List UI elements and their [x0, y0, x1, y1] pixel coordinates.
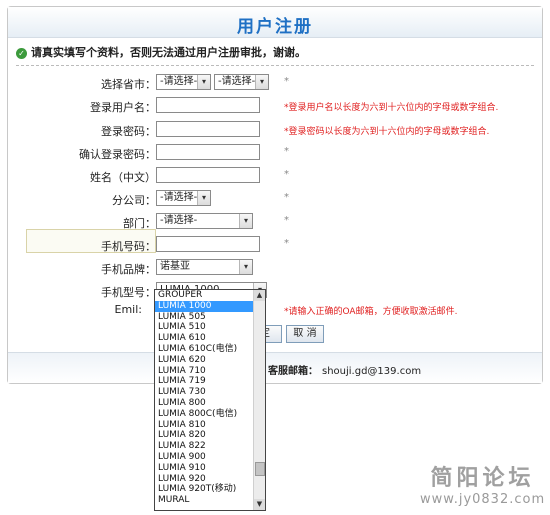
dropdown-option[interactable]: LUMIA 800: [155, 398, 265, 409]
page-title: 用户注册: [237, 17, 313, 37]
username-hint: *登录用户名以长度为六到十六位内的字母或数字组合.: [284, 103, 499, 113]
chevron-down-icon: ▾: [197, 75, 210, 89]
dropdown-option[interactable]: LUMIA 620: [155, 355, 265, 366]
notice-banner: ✓ 请真实填写个资料，否则无法通过用户注册审批，谢谢。: [16, 44, 306, 60]
email-label: Emil:: [114, 303, 142, 316]
row-brand: 手机品牌： 诺基亚 ▾: [8, 258, 544, 278]
phone-input[interactable]: [156, 236, 260, 252]
confirm-password-label: 确认登录密码：: [79, 148, 156, 161]
dropdown-option[interactable]: LUMIA 610: [155, 333, 265, 344]
dropdown-option[interactable]: LUMIA 1000: [155, 300, 265, 312]
name-label: 姓名（中文）: [90, 171, 156, 184]
row-branch: 分公司： -请选择- ▾ *: [8, 189, 544, 209]
department-select-value: -请选择-: [160, 215, 198, 226]
model-label: 手机型号：: [101, 286, 156, 299]
brand-label: 手机品牌：: [101, 263, 156, 276]
row-email: Emil: *请输入正确的OA邮箱，方便收取激活邮件.: [8, 300, 544, 320]
dropdown-option[interactable]: LUMIA 920: [155, 474, 265, 485]
city-select[interactable]: -请选择- ▾: [214, 74, 269, 90]
required-star: *: [284, 215, 289, 226]
chevron-down-icon: ▾: [239, 214, 252, 228]
brand-select-value: 诺基亚: [160, 261, 190, 272]
watermark-url: www.jy0832.com: [420, 492, 546, 507]
password-hint: *登录密码以长度为六到十六位内的字母或数字组合.: [284, 127, 490, 137]
dropdown-option[interactable]: LUMIA 920T(移动): [155, 484, 265, 495]
divider: [16, 65, 534, 66]
panel-footer: 客服邮箱： shouji.gd@139.com: [8, 352, 542, 383]
dropdown-option[interactable]: LUMIA 710: [155, 366, 265, 377]
required-star: *: [284, 192, 289, 203]
password-input[interactable]: [156, 121, 260, 137]
model-dropdown-list[interactable]: GROUPER LUMIA 1000 LUMIA 505 LUMIA 510 LUMIA…: [154, 289, 266, 511]
panel-header: 用户注册: [8, 7, 542, 38]
email-hint: *请输入正确的OA邮箱，方便收取激活邮件.: [284, 307, 458, 317]
support-email-value: shouji.gd@139.com: [322, 366, 422, 377]
required-star: *: [284, 238, 289, 249]
department-select[interactable]: -请选择- ▾: [156, 213, 253, 229]
row-phone: 手机号码： *: [8, 235, 544, 255]
row-province: 选择省市： -请选择- ▾ -请选择- ▾ *: [8, 73, 544, 93]
chevron-down-icon: ▾: [197, 191, 210, 205]
phone-label: 手机号码：: [101, 240, 156, 253]
dropdown-option[interactable]: LUMIA 910: [155, 463, 265, 474]
row-confirm-password: 确认登录密码： *: [8, 143, 544, 163]
province-select[interactable]: -请选择- ▾: [156, 74, 211, 90]
branch-select[interactable]: -请选择- ▾: [156, 190, 211, 206]
scroll-up-icon[interactable]: ▲: [254, 290, 265, 301]
branch-label: 分公司：: [112, 194, 156, 207]
password-label: 登录密码：: [101, 125, 156, 138]
required-star: *: [284, 76, 289, 87]
scrollbar-thumb[interactable]: [255, 462, 265, 476]
province-label: 选择省市：: [101, 78, 156, 91]
name-input[interactable]: [156, 167, 260, 183]
dropdown-option[interactable]: LUMIA 900: [155, 452, 265, 463]
dropdown-option[interactable]: LUMIA 822: [155, 441, 265, 452]
support-email: 客服邮箱： shouji.gd@139.com: [268, 362, 421, 377]
row-name: 姓名（中文） *: [8, 166, 544, 186]
dropdown-options: GROUPER LUMIA 1000 LUMIA 505 LUMIA 510 LUMIA…: [155, 290, 265, 506]
confirm-password-input[interactable]: [156, 144, 260, 160]
chevron-down-icon: ▾: [255, 75, 268, 89]
city-select-value: -请选择-: [218, 76, 256, 87]
watermark: 简阳论坛 www.jy0832.com: [420, 460, 545, 507]
row-username: 登录用户名： *登录用户名以长度为六到十六位内的字母或数字组合.: [8, 96, 544, 116]
dropdown-option[interactable]: LUMIA 800C(电信): [155, 409, 265, 420]
dropdown-scrollbar[interactable]: ▲ ▼: [253, 290, 265, 510]
dropdown-option[interactable]: LUMIA 505: [155, 312, 265, 323]
check-icon: ✓: [16, 47, 27, 59]
watermark-title: 简阳论坛: [430, 466, 535, 491]
registration-panel: 用户注册 ✓ 请真实填写个资料，否则无法通过用户注册审批，谢谢。 选择省市： -请…: [7, 6, 543, 384]
dropdown-option[interactable]: LUMIA 610C(电信): [155, 344, 265, 355]
dropdown-option[interactable]: LUMIA 820: [155, 430, 265, 441]
dropdown-option[interactable]: LUMIA 730: [155, 387, 265, 398]
dropdown-option[interactable]: LUMIA 810: [155, 420, 265, 431]
brand-select[interactable]: 诺基亚 ▾: [156, 259, 253, 275]
chevron-down-icon: ▾: [239, 260, 252, 274]
row-password: 登录密码： *登录密码以长度为六到十六位内的字母或数字组合.: [8, 120, 544, 140]
dropdown-option[interactable]: GROUPER: [155, 290, 265, 301]
province-select-value: -请选择-: [160, 76, 198, 87]
cancel-button[interactable]: 取 消: [286, 325, 324, 343]
dropdown-option[interactable]: LUMIA 510: [155, 322, 265, 333]
username-input[interactable]: [156, 97, 260, 113]
username-label: 登录用户名：: [90, 101, 156, 114]
notice-text: 请真实填写个资料，否则无法通过用户注册审批，谢谢。: [31, 46, 306, 59]
dropdown-option[interactable]: LUMIA 719: [155, 376, 265, 387]
dropdown-option[interactable]: MURAL: [155, 495, 265, 506]
row-model: 手机型号： LUMIA 1000 ▾: [8, 281, 544, 301]
scroll-down-icon[interactable]: ▼: [254, 499, 265, 510]
required-star: *: [284, 146, 289, 157]
support-email-label: 客服邮箱：: [268, 366, 318, 377]
required-star: *: [284, 169, 289, 180]
branch-select-value: -请选择-: [160, 192, 198, 203]
